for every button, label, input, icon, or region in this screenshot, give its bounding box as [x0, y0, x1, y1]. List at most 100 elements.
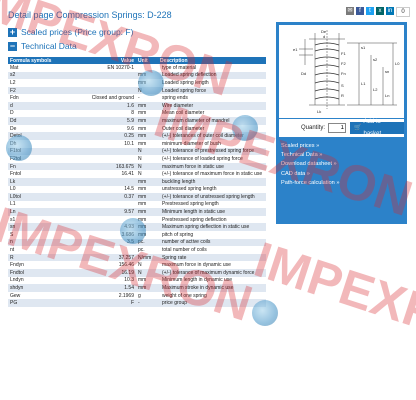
table-row: Lndyn 10.3 mm Minimum length in dynamic use — [8, 277, 266, 285]
table-row: D 8 mm Mean coil diameter — [8, 110, 266, 118]
unit-cell: mm — [138, 110, 147, 117]
description-cell: total number of coils — [162, 247, 207, 254]
description-cell: (+/-) tolerance of unstressed spring len… — [158, 193, 266, 201]
value-cell: 0.37 — [74, 193, 136, 201]
description-cell: (+/-) tolerance of prestressed spring fo… — [158, 147, 266, 156]
formula-symbol-cell: L0tol — [8, 193, 74, 201]
description-cell: Loaded spring force — [158, 86, 266, 95]
unit-cell: mm — [136, 132, 158, 140]
table-row: Mat EN 10270-1 type of material — [8, 64, 266, 72]
description-cell: unstressed spring length — [162, 186, 217, 193]
value-cell: 16.41 — [121, 171, 134, 178]
formula-symbol-cell: nt — [10, 247, 15, 254]
link-path-force-calculation[interactable]: Path-force calculation » — [281, 179, 339, 188]
table-row: L1 mm Prestressed spring length — [8, 201, 266, 209]
value-cell: 5.9 — [74, 117, 136, 125]
watermark-globe-icon — [6, 135, 32, 161]
technical-data-toggle[interactable]: − Technical Data — [8, 41, 77, 51]
watermark-globe-icon — [252, 300, 278, 326]
table-row: L2mmLoaded spring length — [8, 79, 266, 87]
label-ln: Ln — [385, 93, 389, 98]
table-row: R 37.257 N/mm Spring rate — [8, 253, 266, 262]
basket-icon: 🛒 — [354, 125, 362, 131]
formula-symbol-cell: Ln — [8, 208, 74, 216]
add-to-basket-button[interactable]: 🛒 Add to basket — [350, 119, 404, 137]
label-l2: L2 — [373, 87, 378, 92]
facebook-icon[interactable]: f — [356, 7, 364, 15]
description-cell: type of material — [162, 64, 197, 71]
unit-cell: mm — [138, 140, 147, 147]
table-row: s2mmLoaded spring deflection — [8, 71, 266, 80]
formula-symbol-cell: n — [8, 238, 74, 247]
formula-symbol-cell: De — [10, 125, 17, 132]
share-bar: ✉ f t x in 0 — [346, 7, 410, 17]
formula-symbol-cell: D — [10, 110, 14, 117]
plus-icon: + — [8, 26, 17, 37]
value-cell: F — [74, 299, 136, 307]
label-dd: Dd — [301, 71, 306, 76]
formula-symbol-cell: PG — [8, 299, 74, 307]
unit-cell: N — [136, 147, 158, 156]
table-row: Fndyn 156.46 Nmaximum force in dynamic use — [8, 261, 266, 269]
column-header: Unit — [136, 57, 158, 64]
unit-cell: N — [136, 269, 158, 277]
link-cad-data[interactable]: CAD data » — [281, 170, 339, 179]
unit-cell: mm — [138, 186, 147, 193]
unit-cell: mm — [136, 177, 158, 186]
table-row: L0tol 0.37 mm (+/-) tolerance of unstressed… — [8, 193, 266, 201]
table-row: F1tolN(+/-) tolerance of prestressed spr… — [8, 147, 266, 156]
value-cell — [74, 147, 136, 156]
label-lk: Lk — [317, 109, 321, 114]
description-cell: spring ends — [162, 95, 188, 102]
label-l1: L1 — [361, 81, 366, 86]
description-cell: Loaded spring length — [162, 79, 209, 86]
label-f2: F2 — [341, 61, 346, 66]
twitter-icon[interactable]: t — [366, 7, 374, 15]
table-row: De 9.6 mm Outer coil diameter — [8, 125, 266, 133]
link-scaled-prices[interactable]: Scaled prices » — [281, 142, 339, 151]
formula-symbol-cell: s1 — [10, 216, 16, 223]
unit-cell: N — [138, 171, 142, 178]
table-row: Fn 163.675 Nmaximum force in static use — [8, 162, 266, 171]
value-cell — [74, 155, 136, 163]
description-cell: Spring rate — [158, 253, 266, 262]
link-download-datasheet[interactable]: Download datasheet » — [281, 160, 339, 169]
link-technical-data[interactable]: Technical Data » — [281, 151, 339, 160]
value-cell: 2.1969 — [118, 292, 134, 299]
formula-symbol-cell: Mat — [10, 64, 19, 71]
formula-symbol-cell: F2 — [8, 86, 74, 95]
label-s: S — [341, 83, 344, 88]
scaled-prices-toggle[interactable]: + Scaled prices (Price group: F) — [8, 27, 133, 37]
unit-cell: N — [136, 162, 158, 171]
value-cell: 0.25 — [74, 132, 136, 140]
table-row: Lk mm buckling length — [8, 177, 266, 186]
description-cell: Minimum length in dynamic use — [162, 277, 233, 284]
table-row: L0 14.5 mm unstressed spring length — [8, 186, 266, 194]
xing-icon[interactable]: x — [376, 7, 384, 15]
email-icon[interactable]: ✉ — [346, 7, 354, 15]
unit-cell: mm — [136, 101, 158, 110]
label-f1: F1 — [341, 51, 346, 56]
table-row: Fntol 16.41 N (+/-) tolerance of maximum fo… — [8, 170, 266, 178]
table-row: F2NLoaded spring force — [8, 86, 266, 95]
value-cell — [74, 71, 136, 80]
scaled-prices-label: Scaled prices (Price group: F) — [21, 27, 134, 37]
value-cell: Closed and ground — [91, 95, 134, 102]
quantity-input[interactable] — [328, 123, 347, 133]
unit-cell: N — [138, 262, 142, 269]
unit-cell: - — [136, 299, 158, 307]
value-cell — [74, 177, 136, 186]
description-cell: Loaded spring deflection — [158, 71, 266, 80]
column-header: Value — [74, 57, 136, 64]
page-title: Detail page Compression Springs: D-228 — [8, 10, 172, 20]
table-row: Ln 9.57 mm Minimum length in static use — [8, 208, 266, 216]
value-cell: 10.1 — [124, 140, 134, 147]
unit-cell: mm — [138, 277, 147, 284]
linkedin-icon[interactable]: in — [386, 7, 394, 15]
watermark-globe-icon — [232, 115, 258, 141]
unit-cell: N — [138, 155, 142, 162]
value-cell — [74, 246, 136, 254]
formula-symbol-cell: R — [8, 253, 74, 262]
description-cell: Minimum length in static use — [158, 208, 266, 216]
panel-links: Scaled prices » Technical Data » Downloa… — [281, 142, 339, 188]
